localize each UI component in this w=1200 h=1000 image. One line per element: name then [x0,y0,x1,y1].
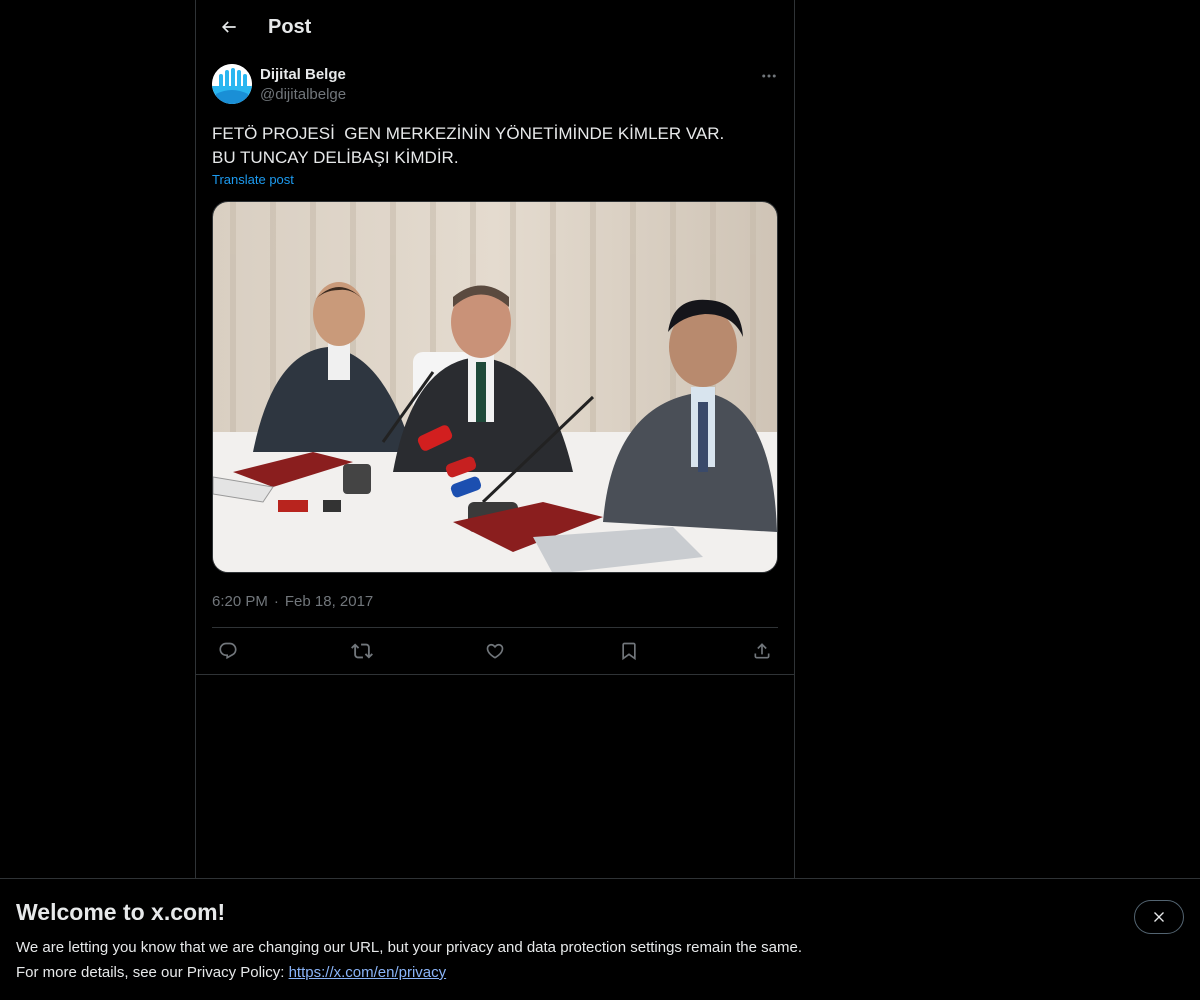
privacy-policy-link[interactable]: https://x.com/en/privacy [289,964,447,981]
bookmark-icon [621,642,636,661]
more-icon [762,74,776,78]
arrow-left-icon [221,21,236,33]
share-icon [754,643,770,659]
share-button[interactable] [750,639,774,663]
welcome-banner: Welcome to x.com! We are letting you kno… [0,878,1200,1000]
banner-title: Welcome to x.com! [16,899,226,925]
translate-post-link[interactable]: Translate post [212,172,294,187]
reply-icon [219,642,237,660]
timestamp-row: 6:20 PM · Feb 18, 2017 [212,591,778,628]
banner-line-1: We are letting you know that we are chan… [16,939,802,956]
separator: · [273,592,279,610]
post-date[interactable]: Feb 18, 2017 [285,593,373,610]
repost-icon [350,643,373,659]
author-names: Dijital Belge @dijitalbelge [260,65,752,105]
bookmark-button[interactable] [617,639,641,663]
action-bar [196,628,794,675]
page-title: Post [268,15,312,38]
like-icon [486,643,504,659]
post-image[interactable] [212,201,778,573]
banner-close-button[interactable] [1134,900,1184,934]
like-button[interactable] [483,639,507,663]
reply-button[interactable] [216,639,240,663]
page-header: Post [196,0,794,54]
banner-line-2: For more details, see our Privacy Policy… [16,960,802,985]
post-text: FETÖ PROJESİ GEN MERKEZİNİN YÖNETİMİNDE … [212,124,730,167]
more-button[interactable] [752,64,786,88]
banner-line-2-prefix: For more details, see our Privacy Policy… [16,964,289,981]
author-row: Dijital Belge @dijitalbelge [212,64,778,112]
close-icon [1154,912,1164,922]
post-time[interactable]: 6:20 PM [212,593,268,610]
post: Dijital Belge @dijitalbelge FETÖ PROJESİ… [196,54,794,675]
avatar[interactable] [212,64,252,104]
author-handle[interactable]: @dijitalbelge [260,85,752,105]
author-display-name[interactable]: Dijital Belge [260,65,752,85]
press-conference-photo [213,202,777,572]
repost-button[interactable] [350,639,374,663]
banner-text: We are letting you know that we are chan… [16,935,802,985]
back-button[interactable] [212,10,246,44]
main-column: Post Dijital Belge @dijitalbelge FETÖ PR… [195,0,795,1000]
